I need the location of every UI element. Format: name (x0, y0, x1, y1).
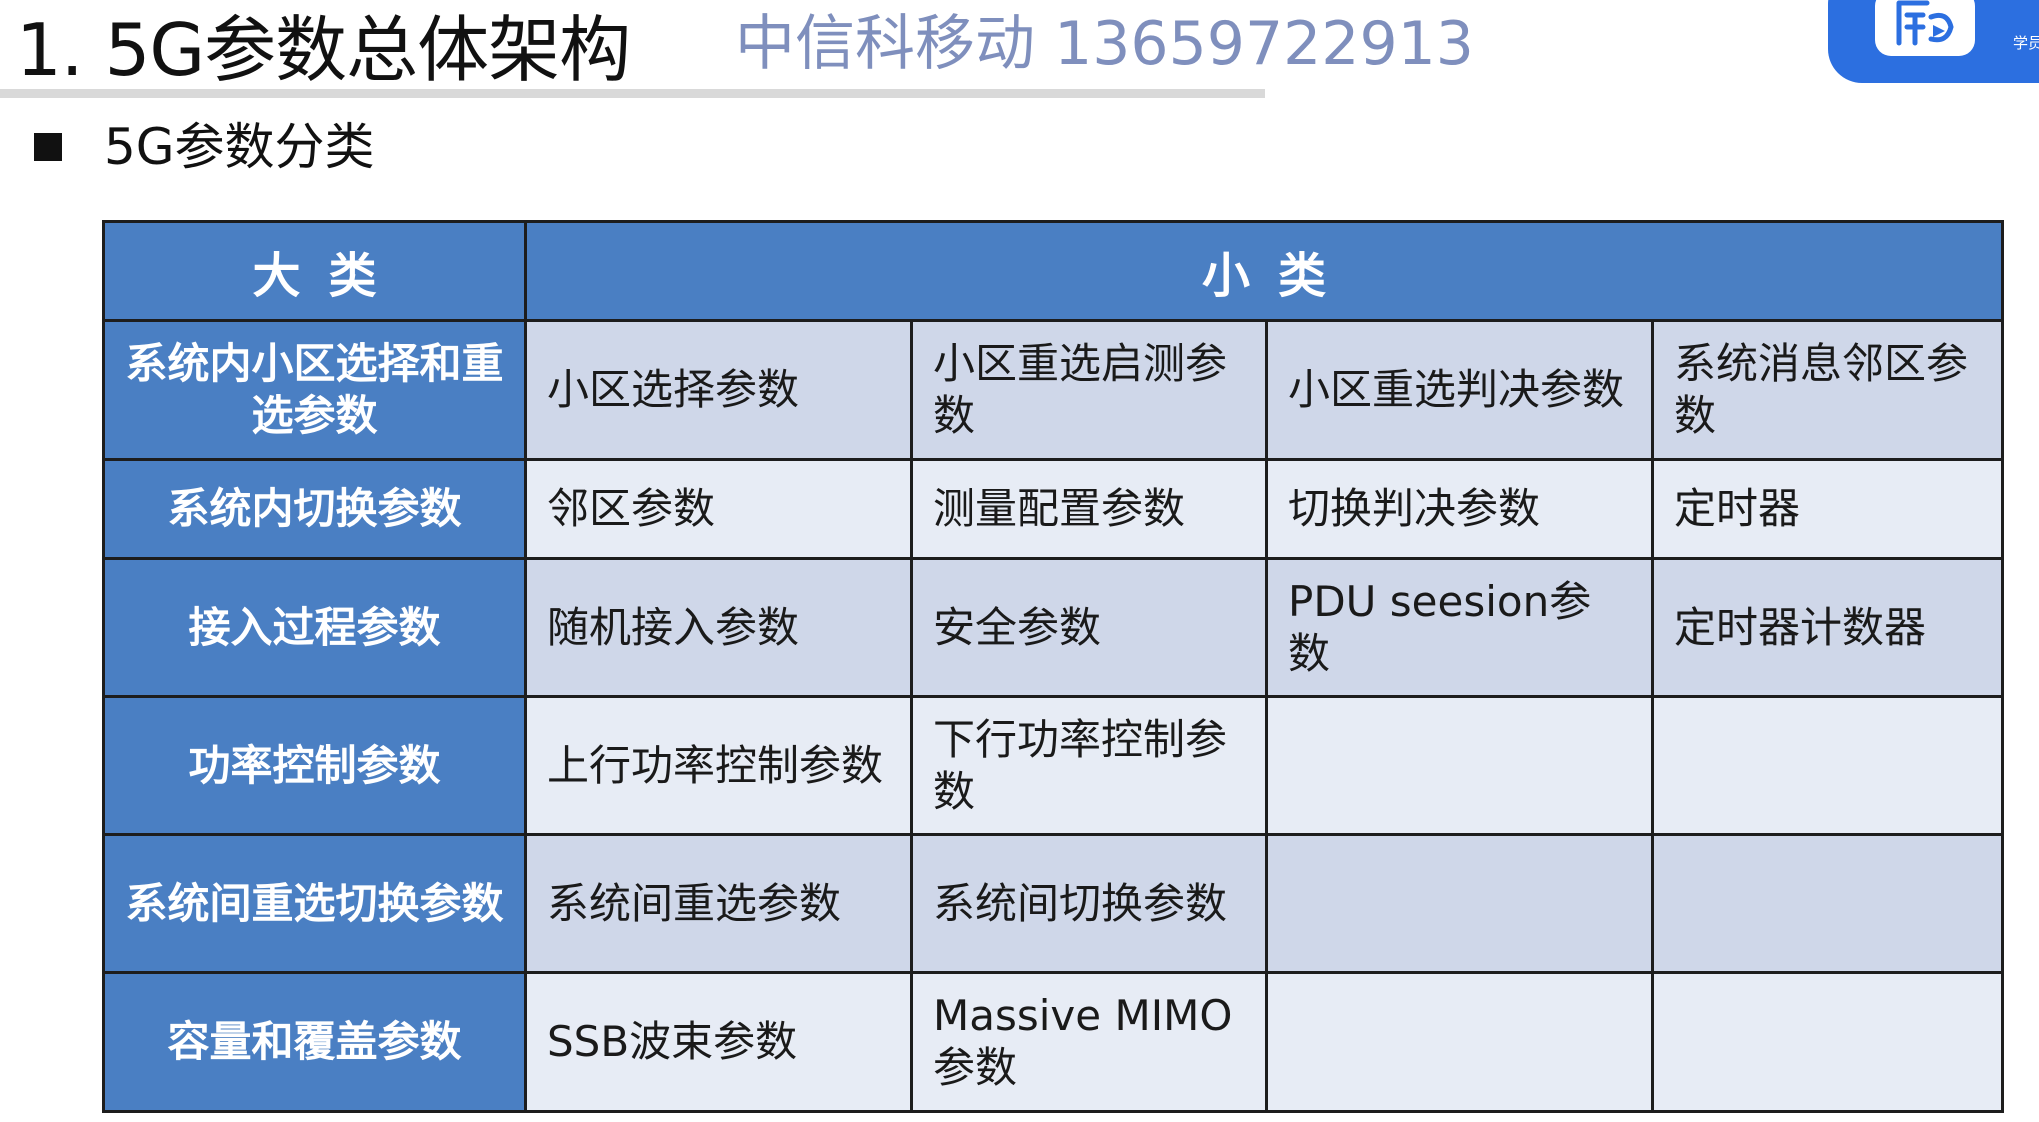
subcategory-cell: SSB波束参数 (524, 971, 913, 1113)
table-row: 系统内小区选择和重选参数 小区选择参数 小区重选启测参数 小区重选判决参数 系统… (102, 319, 2004, 461)
category-cell: 容量和覆盖参数 (102, 971, 527, 1113)
subcategory-cell (1651, 695, 2004, 836)
subcategory-cell: 小区选择参数 (524, 319, 913, 461)
section-heading: 5G参数分类 (104, 118, 375, 176)
table-row: 容量和覆盖参数 SSB波束参数 Massive MIMO参数 (102, 971, 2004, 1113)
subcategory-cell: 下行功率控制参数 (910, 695, 1268, 836)
subcategory-cell: 安全参数 (910, 557, 1268, 698)
app-logo-icon (1875, 0, 1975, 56)
section-bullet: 5G参数分类 (34, 115, 375, 179)
parameter-classification-table: 大类 小类 系统内小区选择和重选参数 小区选择参数 小区重选启测参数 小区重选判… (102, 220, 2004, 1113)
category-cell: 系统间重选切换参数 (102, 833, 527, 974)
table-row: 接入过程参数 随机接入参数 安全参数 PDU seesion参数 定时器计数器 (102, 557, 2004, 698)
subcategory-cell: 系统间重选参数 (524, 833, 913, 974)
subcategory-cell (1265, 971, 1654, 1113)
table-row: 功率控制参数 上行功率控制参数 下行功率控制参数 (102, 695, 2004, 836)
subcategory-cell: 定时器计数器 (1651, 557, 2004, 698)
header-major-category: 大类 (102, 220, 527, 322)
category-cell: 系统内切换参数 (102, 458, 527, 560)
subcategory-cell: 测量配置参数 (910, 458, 1268, 560)
subcategory-cell (1651, 971, 2004, 1113)
subcategory-cell: 小区重选启测参数 (910, 319, 1268, 461)
logo-glyph-icon (1896, 0, 1954, 46)
category-cell: 系统内小区选择和重选参数 (102, 319, 527, 461)
app-logo-label: 学员 (2013, 34, 2039, 52)
watermark-text: 中信科移动 13659722913 (735, 9, 1474, 79)
subcategory-cell: 小区重选判决参数 (1265, 319, 1654, 461)
subcategory-cell: 上行功率控制参数 (524, 695, 913, 836)
slide-title: 1. 5G参数总体架构 (16, 8, 631, 92)
subcategory-cell: Massive MIMO参数 (910, 971, 1268, 1113)
header-minor-category: 小类 (524, 220, 2004, 322)
table-row: 系统内切换参数 邻区参数 测量配置参数 切换判决参数 定时器 (102, 458, 2004, 560)
subcategory-cell (1265, 695, 1654, 836)
subcategory-cell (1651, 833, 2004, 974)
table-row: 系统间重选切换参数 系统间重选参数 系统间切换参数 (102, 833, 2004, 974)
bullet-square-icon (34, 133, 62, 161)
subcategory-cell: 定时器 (1651, 458, 2004, 560)
title-underline (0, 89, 1265, 98)
category-cell: 功率控制参数 (102, 695, 527, 836)
subcategory-cell: PDU seesion参数 (1265, 557, 1654, 698)
subcategory-cell (1265, 833, 1654, 974)
app-logo-badge[interactable]: 学员 (1828, 0, 2039, 83)
table-header-row: 大类 小类 (102, 220, 2004, 322)
subcategory-cell: 系统消息邻区参数 (1651, 319, 2004, 461)
subcategory-cell: 系统间切换参数 (910, 833, 1268, 974)
subcategory-cell: 切换判决参数 (1265, 458, 1654, 560)
category-cell: 接入过程参数 (102, 557, 527, 698)
subcategory-cell: 邻区参数 (524, 458, 913, 560)
subcategory-cell: 随机接入参数 (524, 557, 913, 698)
